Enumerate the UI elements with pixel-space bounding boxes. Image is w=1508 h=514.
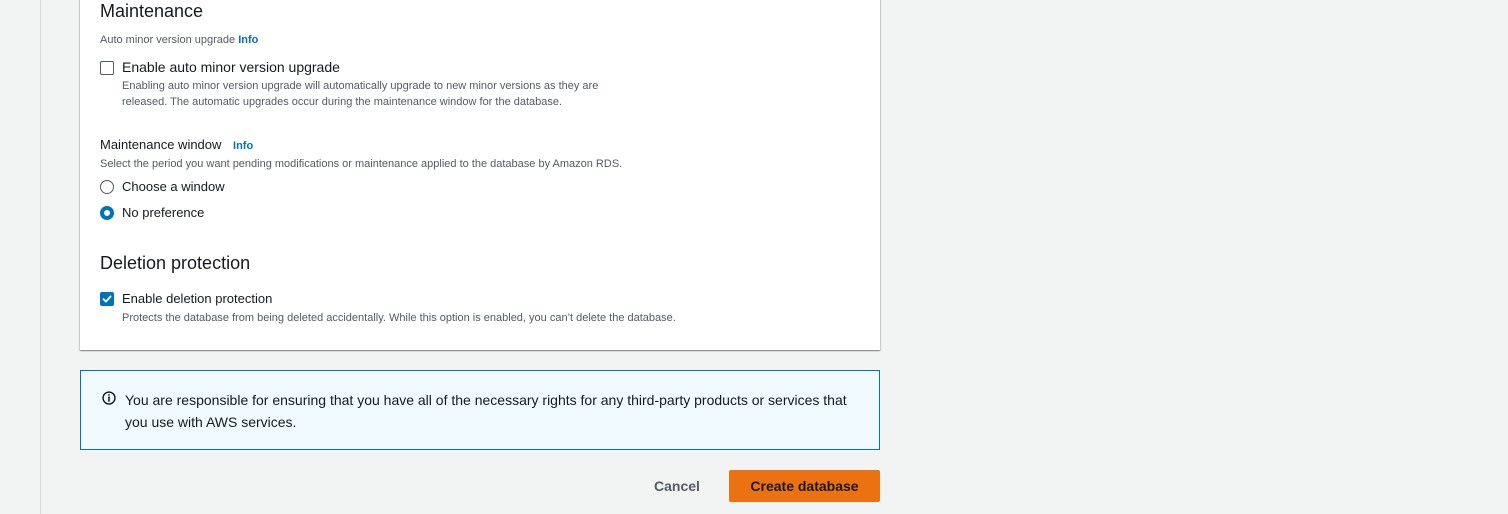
- radio-no-preference[interactable]: [100, 206, 114, 220]
- maintenance-window-description: Select the period you want pending modif…: [100, 158, 623, 170]
- info-alert: You are responsible for ensuring that yo…: [80, 370, 880, 450]
- auto-minor-version-checkbox-label[interactable]: Enable auto minor version upgrade: [122, 57, 340, 77]
- deletion-protection-checkbox[interactable]: [100, 292, 114, 306]
- auto-minor-version-description-line1: Enabling auto minor version upgrade will…: [122, 80, 599, 92]
- auto-minor-version-label: Auto minor version upgrade Info: [100, 32, 258, 48]
- deletion-protection-title: Deletion protection: [100, 253, 251, 273]
- radio-choose-a-window[interactable]: [100, 180, 114, 194]
- maintenance-window-info-link[interactable]: Info: [233, 140, 253, 152]
- auto-minor-version-label-text: Auto minor version upgrade: [100, 34, 236, 46]
- maintenance-window-label: Maintenance window Info: [100, 135, 253, 156]
- additional-configuration-panel: Maintenance Auto minor version upgrade I…: [80, 0, 880, 350]
- maintenance-title: Maintenance: [100, 1, 204, 21]
- info-circle-icon: [102, 391, 116, 405]
- alert-message: You are responsible for ensuring that yo…: [125, 392, 847, 430]
- auto-minor-version-description-line2: released. The automatic upgrades occur d…: [122, 96, 563, 108]
- radio-no-preference-label[interactable]: No preference: [122, 203, 204, 223]
- maintenance-window-label-text: Maintenance window: [100, 137, 222, 152]
- cancel-button[interactable]: Cancel: [642, 471, 712, 501]
- auto-minor-version-checkbox[interactable]: [100, 61, 114, 75]
- deletion-protection-checkbox-label[interactable]: Enable deletion protection: [122, 289, 272, 309]
- checkmark-icon: [102, 295, 112, 303]
- radio-choose-a-window-label[interactable]: Choose a window: [122, 177, 225, 197]
- sidebar-edge: [40, 0, 41, 514]
- auto-minor-info-link[interactable]: Info: [238, 34, 258, 46]
- deletion-protection-description: Protects the database from being deleted…: [122, 312, 676, 324]
- create-database-button[interactable]: Create database: [729, 470, 880, 502]
